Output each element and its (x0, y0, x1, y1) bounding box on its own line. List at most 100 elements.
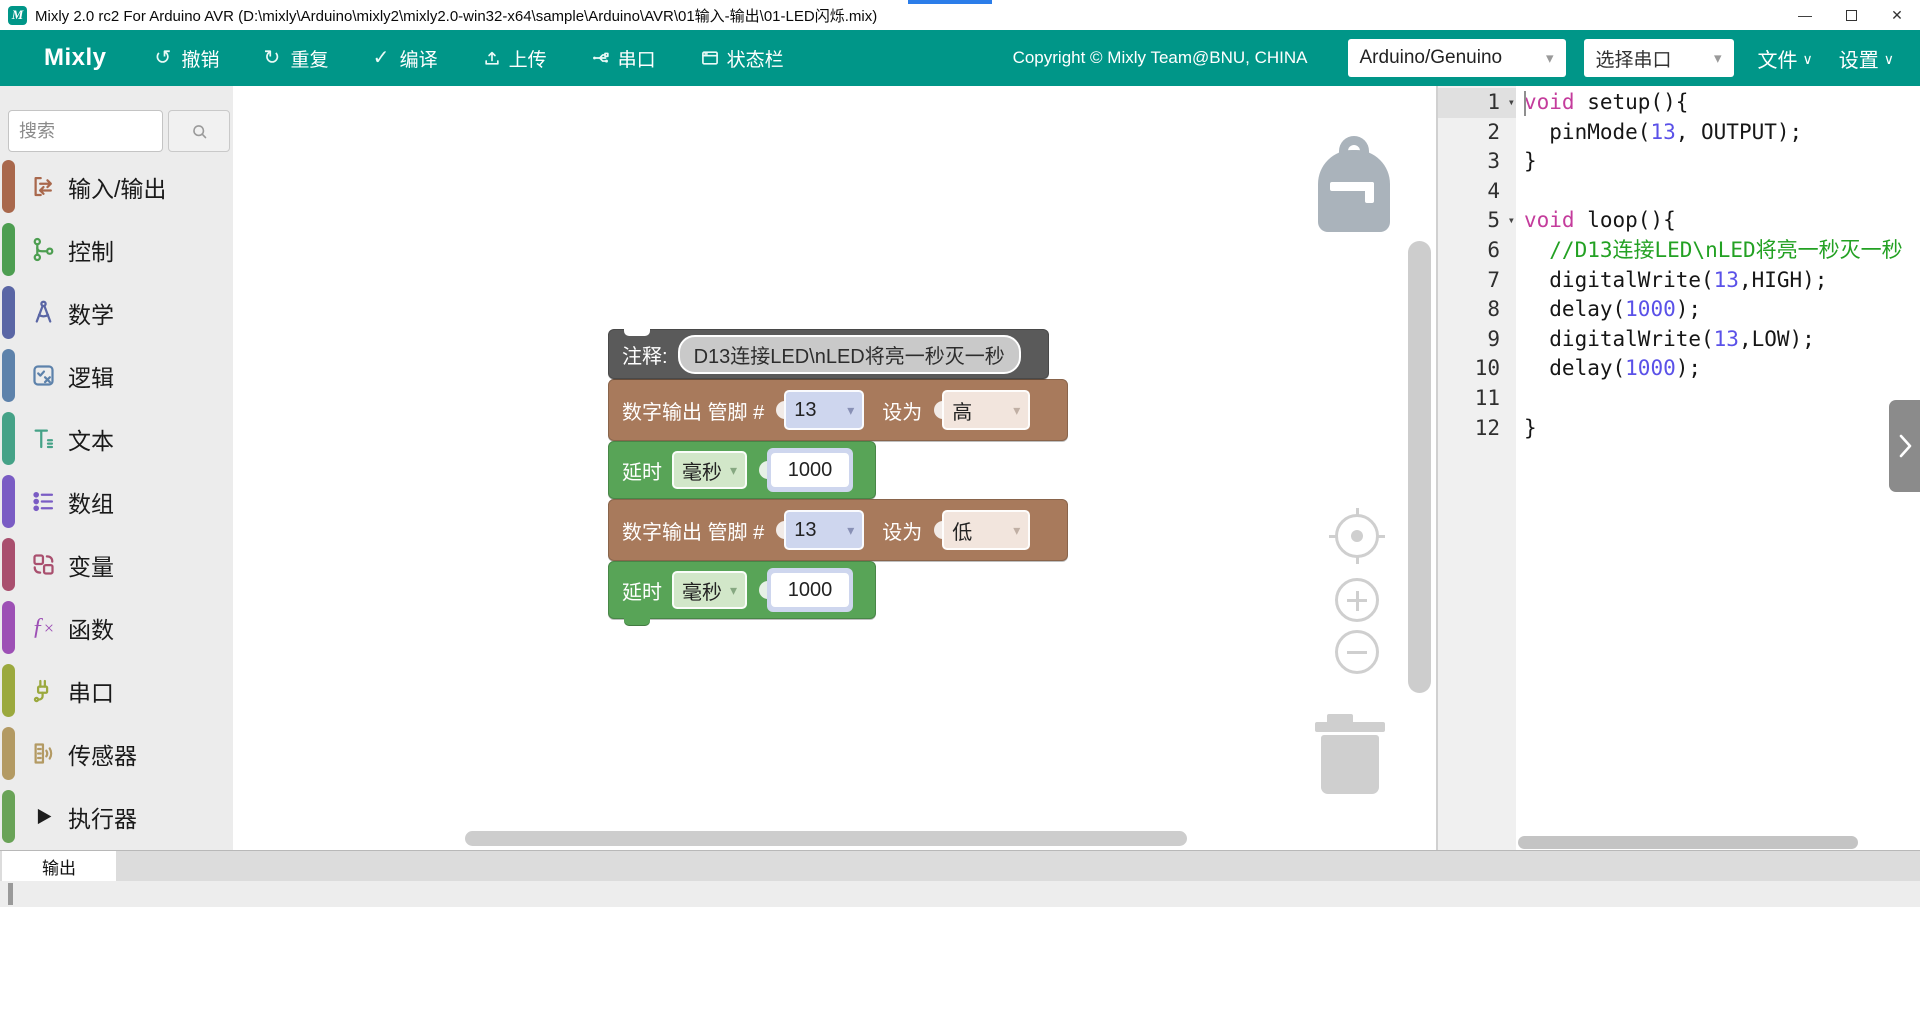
line-number: 6 (1438, 236, 1516, 266)
zoom-in-button[interactable] (1335, 578, 1379, 622)
fold-caret-icon[interactable]: ▾ (1508, 88, 1515, 118)
upload-icon (482, 48, 502, 68)
fold-caret-icon[interactable]: ▾ (1508, 206, 1515, 236)
maximize-icon (1846, 10, 1857, 21)
undo-button[interactable]: ↺撤销 (155, 45, 220, 72)
chevron-down-icon: ∨ (1884, 51, 1894, 68)
serial-button[interactable]: 串口 (591, 45, 656, 72)
statusbar-button[interactable]: 状态栏 (700, 45, 784, 72)
close-icon: ✕ (1891, 7, 1903, 24)
close-button[interactable]: ✕ (1874, 0, 1920, 30)
pin-value: 13 (794, 399, 816, 422)
window-controls: — ✕ (1782, 0, 1920, 30)
accent-strip (908, 0, 992, 4)
state-dropdown[interactable]: 高 ▾ (942, 390, 1030, 430)
port-select[interactable]: 选择串口 ▾ (1584, 39, 1734, 77)
category-color-pill (2, 412, 15, 465)
category-label: 数学 (68, 296, 114, 330)
redo-button[interactable]: ↻重复 (264, 45, 329, 72)
line-number: 4 (1438, 177, 1516, 207)
sidebar-item[interactable]: 变量 (0, 533, 233, 596)
sidebar-item[interactable]: 输入/输出 (0, 155, 233, 218)
output-panel: 输出 (0, 850, 1920, 1032)
search-button[interactable] (168, 110, 230, 152)
sidebar-item[interactable]: 数组 (0, 470, 233, 533)
category-color-pill (2, 349, 15, 402)
window-title: Mixly 2.0 rc2 For Arduino AVR (D:\mixly\… (35, 5, 877, 26)
output-tab[interactable]: 输出 (2, 851, 116, 881)
sidebar-item[interactable]: 逻辑 (0, 344, 233, 407)
math-compass-icon (28, 299, 58, 327)
output-console[interactable] (0, 881, 1920, 907)
chevron-down-icon: ▾ (1013, 522, 1020, 539)
sidebar-item[interactable]: ƒ×函数 (0, 596, 233, 659)
workspace-horizontal-scrollbar[interactable] (465, 831, 1187, 846)
sidebar-item[interactable]: 数学 (0, 281, 233, 344)
zoom-reset-button[interactable] (1335, 514, 1379, 558)
sidebar-item[interactable]: 执行器 (0, 785, 233, 848)
copyright-text: Copyright © Mixly Team@BNU, CHINA (1013, 48, 1308, 68)
category-color-pill (2, 601, 15, 654)
editor-content: void setup(){ pinMode(13, OUTPUT);}void … (1516, 86, 1920, 443)
maximize-button[interactable] (1828, 0, 1874, 30)
statusbar-icon (700, 48, 720, 68)
upload-button[interactable]: 上传 (482, 45, 547, 72)
minimize-button[interactable]: — (1782, 0, 1828, 30)
digital-block-label: 数字输出 管脚 # (622, 396, 764, 425)
trash-icon[interactable] (1315, 714, 1385, 794)
unit-dropdown[interactable]: 毫秒 ▾ (672, 451, 747, 489)
file-menu[interactable]: 文件 ∨ (1758, 44, 1813, 73)
sidebar-item[interactable]: 传感器 (0, 722, 233, 785)
digital-write-block-high[interactable]: 数字输出 管脚 # 13 ▾ 设为 高 ▾ (608, 379, 1068, 441)
sidebar-item[interactable]: 控制 (0, 218, 233, 281)
compile-button[interactable]: ✓编译 (373, 45, 438, 72)
block-bottom-tab (624, 618, 650, 626)
settings-menu[interactable]: 设置 ∨ (1839, 44, 1894, 73)
workspace-vertical-scrollbar[interactable] (1408, 241, 1431, 693)
panel-collapse-button[interactable] (1889, 400, 1920, 492)
line-number: 11 (1438, 384, 1516, 414)
comment-text-field[interactable]: D13连接LED\nLED将亮一秒灭一秒 (678, 335, 1021, 374)
chevron-down-icon: ▾ (847, 522, 854, 539)
pin-dropdown[interactable]: 13 ▾ (784, 390, 864, 430)
state-value: 高 (952, 396, 972, 425)
unit-dropdown[interactable]: 毫秒 ▾ (672, 571, 747, 609)
pin-value: 13 (794, 519, 816, 542)
redo-button-label: 重复 (291, 45, 329, 72)
board-select[interactable]: Arduino/Genuino ▾ (1348, 39, 1566, 77)
text-icon (28, 425, 58, 453)
number-input[interactable]: 1000 (771, 573, 849, 607)
function-fx-icon: ƒ× (28, 614, 58, 642)
trash-body (1321, 735, 1379, 794)
editor-horizontal-scrollbar[interactable] (1518, 836, 1858, 849)
comment-block[interactable]: 注释: D13连接LED\nLED将亮一秒灭一秒 (608, 329, 1049, 379)
delay-block[interactable]: 延时 毫秒 ▾ 1000 (608, 561, 876, 619)
backpack-icon[interactable] (1318, 136, 1390, 232)
zoom-out-button[interactable] (1335, 630, 1379, 674)
sidebar-item[interactable]: 串口 (0, 659, 233, 722)
minimize-icon: — (1798, 7, 1812, 23)
chevron-down-icon: ∨ (1803, 51, 1813, 68)
state-dropdown[interactable]: 低 ▾ (942, 510, 1030, 550)
number-socket: 1000 (767, 448, 853, 492)
output-resize-handle[interactable] (8, 883, 13, 905)
code-editor[interactable]: 1▾2345▾6789101112 void setup(){ pinMode(… (1436, 86, 1920, 850)
line-number: 9 (1438, 325, 1516, 355)
number-input[interactable]: 1000 (771, 453, 849, 487)
code-line: } (1524, 414, 1920, 444)
pin-dropdown[interactable]: 13 ▾ (784, 510, 864, 550)
delay-label: 延时 (622, 456, 662, 485)
search-input[interactable] (8, 110, 163, 152)
category-color-pill (2, 727, 15, 780)
sidebar-item[interactable]: 文本 (0, 407, 233, 470)
chevron-down-icon: ▾ (1013, 402, 1020, 419)
category-list: 输入/输出控制数学逻辑文本数组变量ƒ×函数串口传感器执行器 (0, 155, 233, 848)
set-label: 设为 (882, 516, 922, 545)
digital-write-block-low[interactable]: 数字输出 管脚 # 13 ▾ 设为 低 ▾ (608, 499, 1068, 561)
blockly-workspace[interactable]: 注释: D13连接LED\nLED将亮一秒灭一秒 数字输出 管脚 # 13 ▾ … (233, 86, 1436, 850)
backpack-zipper (1365, 182, 1374, 203)
editor-gutter: 1▾2345▾6789101112 (1438, 86, 1516, 850)
code-line: void setup(){ (1524, 88, 1920, 118)
category-color-pill (2, 286, 15, 339)
delay-block[interactable]: 延时 毫秒 ▾ 1000 (608, 441, 876, 499)
